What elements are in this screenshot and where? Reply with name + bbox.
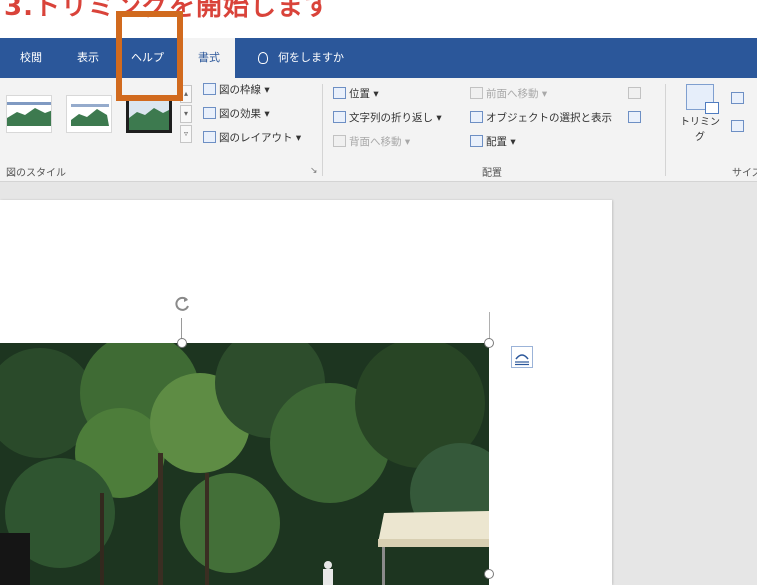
arrange-group-label: 配置: [482, 168, 502, 179]
align-button[interactable]: 配置 ▾: [470, 133, 516, 151]
styles-group-label: 図のスタイル: [6, 168, 66, 179]
width-spinner[interactable]: [731, 118, 747, 136]
scroll-down-icon[interactable]: ▾: [180, 105, 192, 123]
tell-me-search[interactable]: 何をしますか: [258, 38, 344, 78]
wrap-text-button[interactable]: 文字列の折り返し ▾: [333, 109, 442, 127]
gallery-more-icon[interactable]: ▿: [180, 125, 192, 143]
tell-me-label: 何をしますか: [278, 51, 344, 64]
callout-highlight-box: [116, 11, 183, 101]
tab-format[interactable]: 書式: [183, 38, 235, 78]
effects-icon: [203, 107, 216, 119]
layout-options-icon[interactable]: [511, 346, 533, 368]
crop-icon: [686, 84, 719, 114]
crop-label: トリミング: [680, 117, 720, 143]
selection-pane-icon: [470, 111, 483, 123]
selected-picture[interactable]: [0, 343, 489, 585]
rotate-handle-icon[interactable]: [172, 294, 192, 314]
wrap-text-icon: [333, 111, 346, 123]
picture-style-thumb[interactable]: [66, 95, 112, 133]
picture-border-label: 図の枠線 ▾: [219, 84, 270, 96]
resize-handle[interactable]: [484, 569, 494, 579]
lightbulb-icon: [258, 52, 268, 64]
align-icon: [470, 135, 483, 147]
tutorial-banner: 3.トリミングを開始します: [0, 0, 757, 38]
position-icon: [333, 87, 346, 99]
bring-forward-button[interactable]: 前面へ移動 ▾: [470, 85, 547, 103]
group-divider: [322, 84, 323, 176]
rotate-objects-button[interactable]: [628, 109, 644, 127]
group-divider: [665, 84, 666, 176]
height-spinner[interactable]: [731, 90, 747, 108]
send-backward-label: 背面へ移動 ▾: [349, 136, 411, 148]
bring-forward-icon: [470, 87, 483, 99]
picture-effects-button[interactable]: 図の効果 ▾: [203, 105, 270, 123]
height-icon: [731, 92, 744, 104]
group-icon: [628, 87, 641, 99]
tab-review[interactable]: 校閲: [20, 38, 42, 78]
selection-pane-label: オブジェクトの選択と表示: [486, 112, 612, 124]
screenshot-frame: 3.トリミングを開始します 校閲 表示 ヘルプ 書式 何をしますか ▴ ▾ ▿ …: [0, 0, 757, 585]
size-group-label: サイズ: [732, 168, 757, 179]
layout-icon: [203, 131, 216, 143]
picture-border-button[interactable]: 図の枠線 ▾: [203, 81, 270, 99]
align-label: 配置 ▾: [486, 136, 516, 148]
ribbon-body: ▴ ▾ ▿ 図の枠線 ▾ 図の効果 ▾ 図のレイアウト ▾ 図のスタイル ↘ 位…: [0, 78, 757, 182]
tab-view[interactable]: 表示: [77, 38, 99, 78]
wrap-text-label: 文字列の折り返し ▾: [349, 112, 442, 124]
ribbon-tab-bar: 校閲 表示 ヘルプ 書式 何をしますか: [0, 38, 757, 78]
position-label: 位置 ▾: [349, 88, 379, 100]
picture-effects-label: 図の効果 ▾: [219, 108, 270, 120]
crop-button[interactable]: トリミング: [676, 84, 724, 143]
picture-layout-button[interactable]: 図のレイアウト ▾: [203, 129, 301, 147]
resize-handle[interactable]: [484, 338, 494, 348]
pencil-icon: [203, 83, 216, 95]
picture-layout-label: 図のレイアウト ▾: [219, 132, 302, 144]
group-objects-button[interactable]: [628, 85, 644, 103]
dialog-launcher-icon[interactable]: ↘: [310, 166, 318, 176]
position-button[interactable]: 位置 ▾: [333, 85, 379, 103]
bring-forward-label: 前面へ移動 ▾: [486, 88, 548, 100]
send-backward-button[interactable]: 背面へ移動 ▾: [333, 133, 410, 151]
width-icon: [731, 120, 744, 132]
picture-style-thumb[interactable]: [6, 95, 52, 133]
send-backward-icon: [333, 135, 346, 147]
rotate-icon: [628, 111, 641, 123]
resize-handle[interactable]: [177, 338, 187, 348]
selection-pane-button[interactable]: オブジェクトの選択と表示: [470, 109, 612, 127]
